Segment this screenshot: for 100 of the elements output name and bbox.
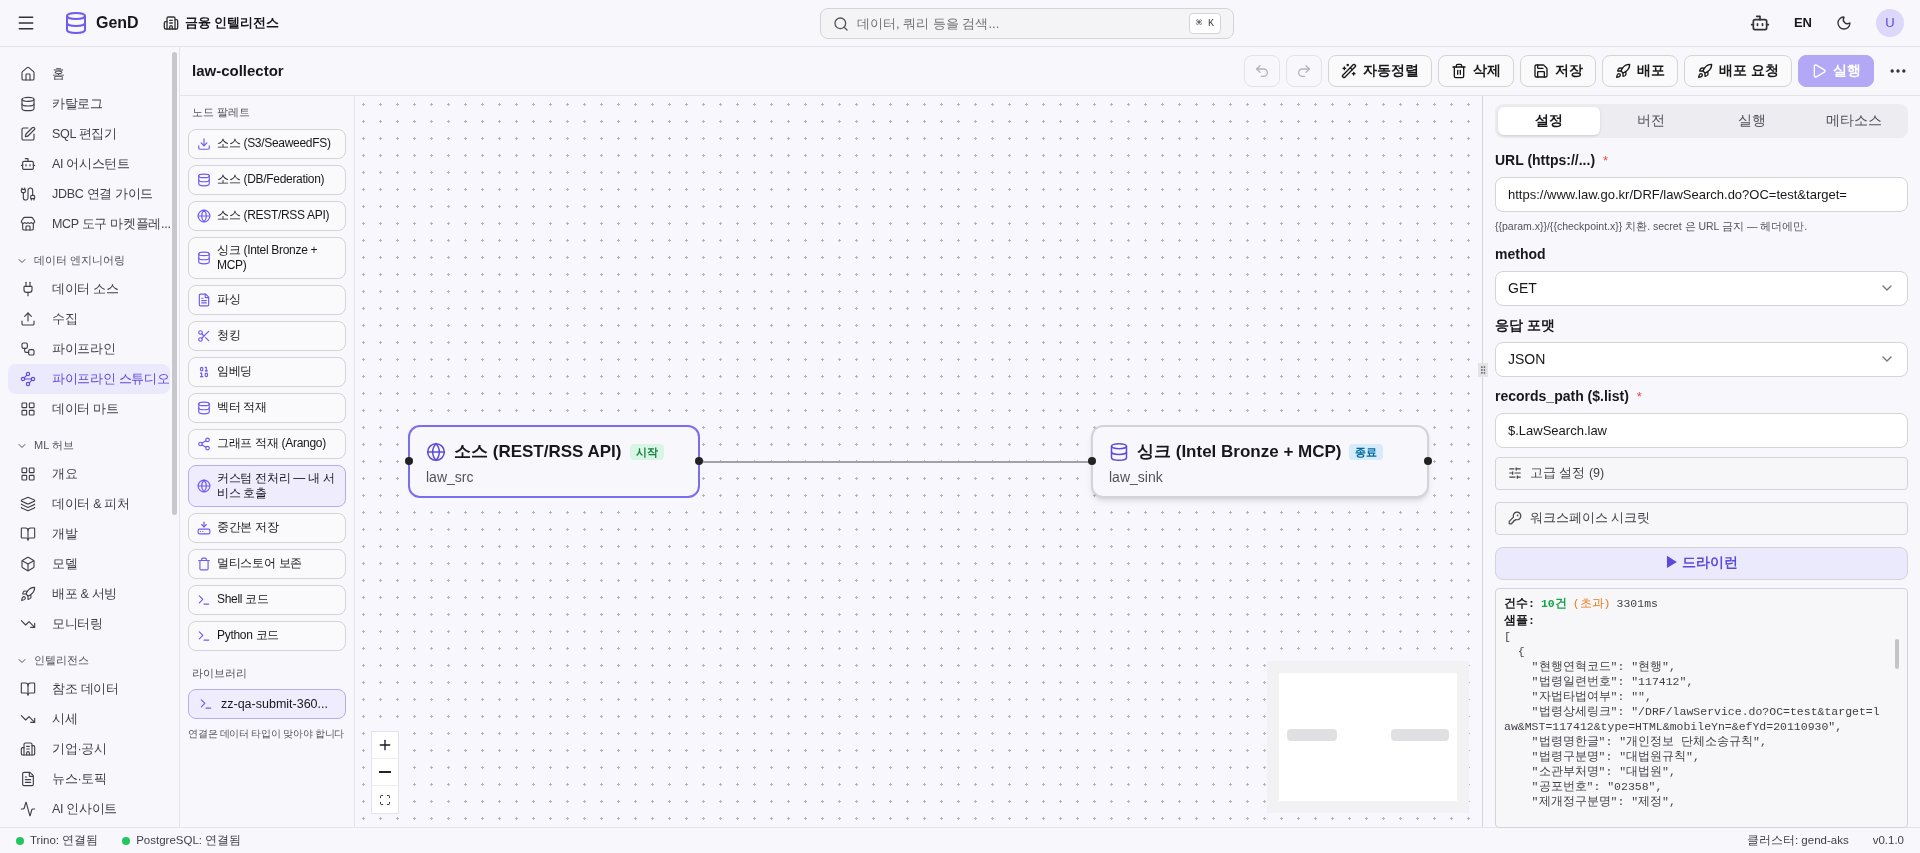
connection-handle[interactable] [1088, 457, 1096, 465]
robot-icon[interactable] [1749, 13, 1770, 33]
node-badge: 종료 [1349, 443, 1384, 460]
sidebar-item[interactable]: 배포 & 서빙 [8, 579, 170, 609]
palette-item[interactable]: 소스 (DB/Federation) [188, 164, 346, 195]
grid-icon [20, 401, 36, 417]
count-label: 건수: [1504, 595, 1535, 612]
download-icon [197, 136, 211, 151]
resize-handle-icon[interactable] [1478, 363, 1488, 377]
palette-item[interactable]: 싱크 (Intel Bronze + MCP) [188, 236, 346, 279]
language-toggle[interactable]: EN [1793, 13, 1812, 33]
pipeline-node[interactable]: 소스 (REST/RSS API) 시작 law_src [408, 425, 700, 498]
avatar[interactable]: U [1876, 9, 1904, 37]
globe-icon [197, 208, 211, 223]
palette-item[interactable]: 소스 (REST/RSS API) [188, 200, 346, 231]
scrollbar-thumb[interactable] [1895, 638, 1899, 669]
sidebar-item[interactable]: 파이프라인 [8, 334, 170, 364]
minimap-node [1287, 729, 1337, 741]
collapsible-section[interactable]: 고급 설정 (9) [1495, 456, 1908, 490]
panel-tab[interactable]: 버전 [1599, 107, 1702, 135]
section-header[interactable]: 데이터 엔지니어링 [0, 239, 179, 274]
text-field[interactable]: https://www.law.go.kr/DRF/lawSearch.do?OC=test&target= [1495, 177, 1908, 212]
collapsible-section[interactable]: 워크스페이스 시크릿 [1495, 501, 1908, 535]
plug-icon [20, 281, 36, 297]
sidebar-item[interactable]: SQL 편집기 [8, 119, 170, 149]
dry-run-button[interactable]: ▶ 드라이런 [1495, 546, 1908, 580]
home-icon [20, 66, 36, 82]
sidebar-item[interactable]: 참조 데이터 [8, 674, 170, 704]
library-item[interactable]: zz-qa-submit-360... [188, 689, 346, 719]
palette-item[interactable]: Shell 코드 [188, 584, 346, 615]
select-field[interactable]: GET [1495, 270, 1908, 306]
search-field[interactable]: 데이터, 쿼리 등을 검색... ⌘ K [820, 8, 1234, 39]
scrollbar-thumb[interactable] [172, 52, 177, 515]
sidebar-item[interactable]: 개발 [8, 519, 170, 549]
connection-handle[interactable] [1424, 457, 1432, 465]
scissors-icon [197, 328, 211, 343]
palette-item[interactable]: Python 코드 [188, 620, 346, 651]
tray-download-icon [197, 520, 211, 535]
sidebar-item[interactable]: 수집 [8, 304, 170, 334]
sidebar-item[interactable]: 카탈로그 [8, 89, 170, 119]
pipeline-node[interactable]: 싱크 (Intel Bronze + MCP) 종료 law_sink [1091, 425, 1429, 498]
sidebar-item[interactable]: JDBC 연결 가이드 [8, 179, 170, 209]
workflow-icon [20, 341, 36, 357]
minus-icon [379, 771, 391, 773]
sidebar-item[interactable]: 기업·공시 [8, 734, 170, 764]
building-icon [162, 15, 179, 31]
cluster-name: 클러스터: gend-aks [1746, 832, 1849, 848]
panel-tab[interactable]: 메타소스 [1803, 107, 1905, 135]
terminal-icon [199, 697, 213, 711]
sidebar-item[interactable]: 시세 [8, 704, 170, 734]
toolbar-button[interactable]: 자동정렬 [1328, 55, 1433, 87]
required-mark: * [1603, 151, 1609, 170]
sidebar-item[interactable]: AI 어시스턴트 [8, 149, 170, 179]
sidebar-item[interactable]: AI 인사이트 [8, 794, 170, 824]
section-header[interactable]: 인텔리전스 [0, 639, 179, 674]
book-icon [20, 681, 36, 697]
sidebar-item[interactable]: 모델 [8, 549, 170, 579]
sidebar-item[interactable]: 데이터 & 피처 [8, 489, 170, 519]
panel-tab[interactable]: 실행 [1701, 107, 1804, 135]
palette-item[interactable]: 멀티스토어 보존 [188, 548, 346, 579]
moon-icon[interactable] [1836, 15, 1852, 31]
minimap-node [1391, 729, 1449, 741]
sidebar-item[interactable]: 개요 [8, 459, 170, 489]
palette-item[interactable]: 커스텀 전처리 — 내 서비스 호출 [188, 464, 346, 507]
section-header[interactable]: ML 허브 [0, 424, 179, 459]
panel-tab[interactable]: 설정 [1498, 107, 1600, 135]
menu-icon[interactable] [16, 13, 36, 33]
toolbar-button[interactable]: 배포 [1602, 55, 1679, 87]
node-title: 소스 (REST/RSS API) [454, 441, 622, 463]
database-icon [1109, 441, 1129, 462]
palette-item[interactable]: 청킹 [188, 320, 346, 351]
toolbar-button[interactable]: 배포 요청 [1684, 55, 1792, 87]
rocket-icon [1615, 63, 1632, 79]
select-field[interactable]: JSON [1495, 341, 1908, 377]
workspace-name[interactable]: 금융 인텔리전스 [184, 13, 280, 33]
toolbar-button[interactable]: 삭제 [1438, 55, 1515, 87]
sidebar-item[interactable]: 모니터링 [8, 609, 170, 639]
palette-item[interactable]: 소스 (S3/SeaweedFS) [188, 128, 346, 159]
required-mark: * [1636, 387, 1642, 406]
book-icon [20, 526, 36, 542]
sidebar-item[interactable]: 데이터 마트 [8, 394, 170, 424]
text-field[interactable]: $.LawSearch.law [1495, 412, 1908, 448]
sidebar-item[interactable]: 데이터 소스 [8, 274, 170, 304]
sidebar-item[interactable]: 파이프라인 스튜디오 [8, 364, 170, 394]
palette-item[interactable]: 벡터 적재 [188, 392, 346, 423]
palette-item[interactable]: 중간본 저장 [188, 512, 346, 543]
pencil-icon [20, 126, 36, 142]
sidebar-item[interactable]: MCP 도구 마켓플레... [8, 209, 170, 239]
palette-item[interactable]: 파싱 [188, 284, 346, 315]
palette-item[interactable]: 임베딩 [188, 356, 346, 387]
field-label: method [1495, 244, 1546, 264]
sidebar-item[interactable]: 뉴스·토픽 [8, 764, 170, 794]
connection-handle[interactable] [695, 457, 703, 465]
sidebar-item[interactable]: 홈 [8, 59, 170, 89]
database-icon [197, 172, 211, 187]
connection-handle[interactable] [405, 457, 413, 465]
fit-view-icon [379, 793, 391, 806]
palette-item[interactable]: 그래프 적재 (Arango) [188, 428, 346, 459]
trash-icon [1451, 63, 1468, 79]
toolbar-button[interactable]: 저장 [1520, 55, 1597, 87]
